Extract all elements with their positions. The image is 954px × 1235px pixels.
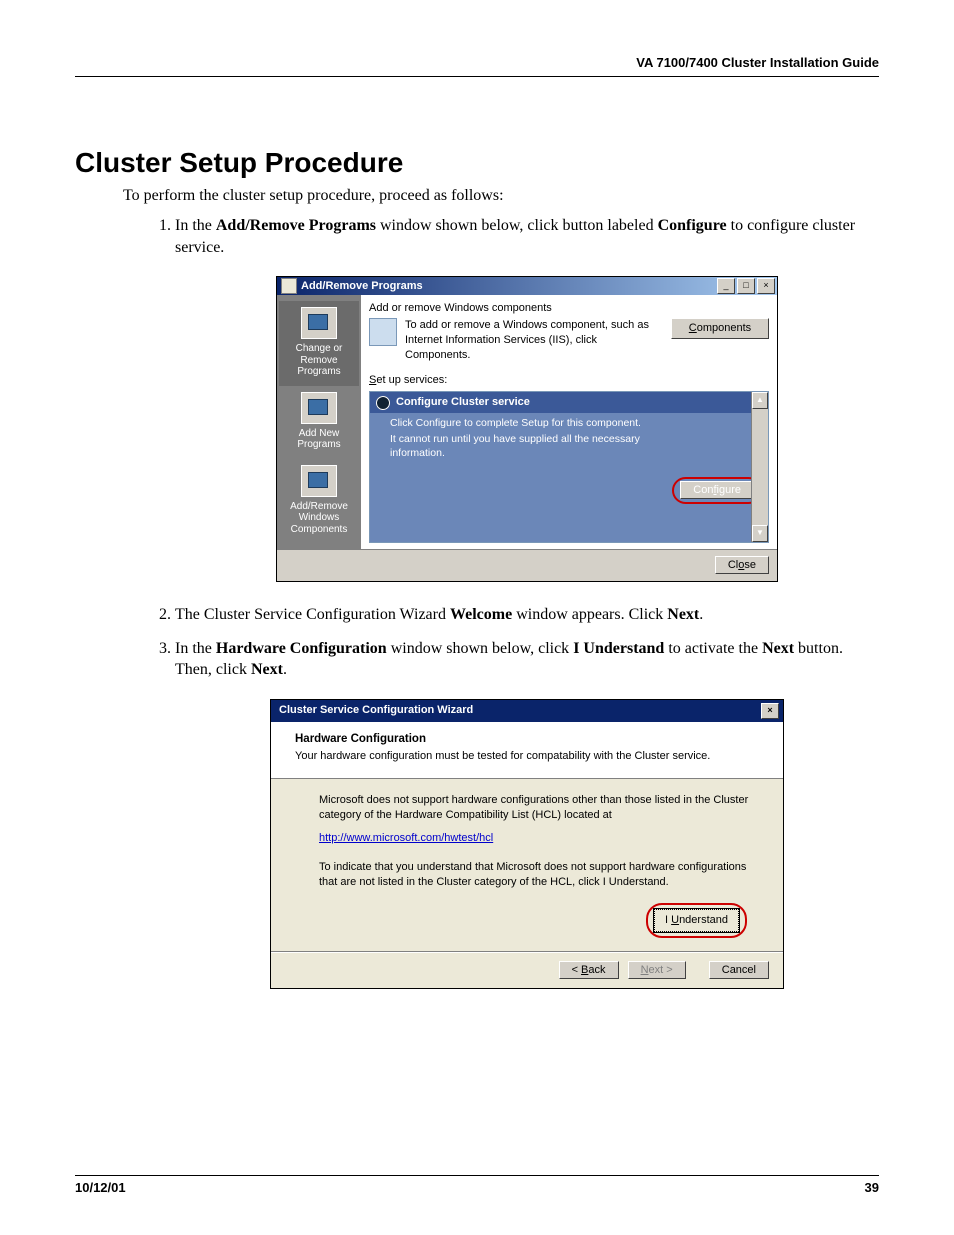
sidebar-item-add-new[interactable]: Add New Programs: [279, 386, 359, 459]
hcl-link[interactable]: http://www.microsoft.com/hwtest/hcl: [319, 832, 493, 844]
component-icon: [369, 318, 397, 346]
section-heading: Cluster Setup Procedure: [75, 147, 879, 179]
box-icon: [301, 465, 337, 497]
components-desc: To add or remove a Windows component, su…: [405, 318, 663, 363]
box-icon: [301, 392, 337, 424]
scrollbar[interactable]: ▲ ▼: [751, 392, 768, 542]
sidebar-item-change-remove[interactable]: Change or Remove Programs: [279, 301, 359, 386]
footer-page-number: 39: [865, 1180, 879, 1195]
sidebar: Change or Remove Programs Add New Progra…: [277, 295, 361, 549]
close-window-button[interactable]: Close: [715, 556, 769, 574]
footer-date: 10/12/01: [75, 1180, 126, 1195]
dialog-close-button[interactable]: ×: [761, 703, 779, 719]
footer-rule: [75, 1175, 879, 1176]
scroll-up-icon[interactable]: ▲: [752, 392, 768, 409]
page-header-title: VA 7100/7400 Cluster Installation Guide: [75, 55, 879, 70]
dialog-heading: Hardware Configuration: [295, 732, 765, 748]
step-1: In the Add/Remove Programs window shown …: [175, 215, 879, 582]
back-button[interactable]: < Back: [559, 961, 619, 979]
step-3: In the Hardware Configuration window sho…: [175, 638, 879, 989]
highlight-oval: Configure: [672, 477, 762, 504]
window-title: Add/Remove Programs: [301, 279, 717, 294]
intro-text: To perform the cluster setup procedure, …: [123, 187, 879, 205]
service-line1: Click Configure to complete Setup for th…: [390, 417, 668, 431]
dialog-para2: To indicate that you understand that Mic…: [319, 860, 751, 890]
i-understand-button[interactable]: I Understand: [654, 909, 739, 932]
add-remove-programs-window: Add/Remove Programs _ □ × Change or Remo…: [276, 276, 778, 582]
scroll-down-icon[interactable]: ▼: [752, 525, 768, 542]
dialog-subheading: Your hardware configuration must be test…: [295, 749, 765, 764]
gear-icon: [376, 396, 390, 410]
app-icon: [281, 278, 297, 294]
close-button[interactable]: ×: [757, 278, 775, 294]
next-button[interactable]: Next >: [628, 961, 686, 979]
window-titlebar[interactable]: Add/Remove Programs _ □ ×: [277, 277, 777, 295]
configure-button[interactable]: Configure: [680, 481, 754, 499]
setup-services-label: Set up services:: [369, 373, 769, 388]
highlight-oval: I Understand: [646, 903, 747, 938]
cluster-wizard-dialog: Cluster Service Configuration Wizard × H…: [270, 699, 784, 989]
dialog-title: Cluster Service Configuration Wizard: [279, 703, 761, 718]
sidebar-item-windows-components[interactable]: Add/Remove Windows Components: [279, 459, 359, 544]
step-2: The Cluster Service Configuration Wizard…: [175, 604, 879, 626]
dialog-titlebar[interactable]: Cluster Service Configuration Wizard ×: [271, 700, 783, 722]
components-button[interactable]: Components: [671, 318, 769, 339]
service-header[interactable]: Configure Cluster service: [370, 392, 768, 413]
header-rule: [75, 76, 879, 77]
box-icon: [301, 307, 337, 339]
components-heading: Add or remove Windows components: [369, 301, 769, 316]
services-panel: Configure Cluster service Click Configur…: [369, 391, 769, 543]
maximize-button[interactable]: □: [737, 278, 755, 294]
service-line2: It cannot run until you have supplied al…: [390, 433, 668, 460]
cancel-button[interactable]: Cancel: [709, 961, 769, 979]
dialog-para1: Microsoft does not support hardware conf…: [319, 793, 751, 823]
minimize-button[interactable]: _: [717, 278, 735, 294]
